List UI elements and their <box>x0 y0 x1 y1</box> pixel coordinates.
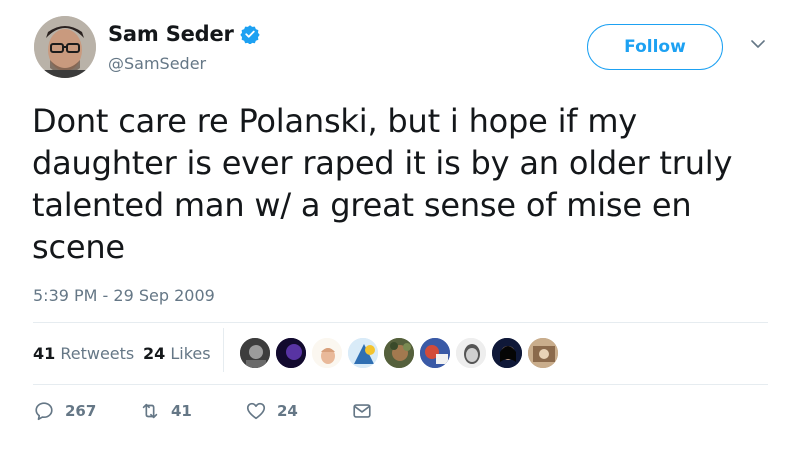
tweet-line: daughter is ever raped it is by an older… <box>32 144 733 182</box>
likes-stat[interactable]: 24 Likes <box>143 344 211 363</box>
liker-avatar[interactable] <box>275 337 307 369</box>
tweet-stats: 41 Retweets 24 Likes <box>33 322 768 384</box>
retweet-count: 41 <box>171 402 192 420</box>
tweet-line: Dont care re Polanski, but i hope if my <box>32 102 638 140</box>
direct-message-button[interactable] <box>351 400 373 422</box>
divider <box>33 384 768 385</box>
retweets-count: 41 <box>33 344 56 363</box>
liker-avatar[interactable] <box>455 337 487 369</box>
retweet-icon <box>142 403 158 419</box>
tweet-line: talented man w/ a great sense of mise en <box>32 186 692 224</box>
retweet-button[interactable]: 41 <box>139 400 192 422</box>
retweets-label: Retweets <box>60 344 135 363</box>
liker-avatar[interactable] <box>311 337 343 369</box>
like-button[interactable]: 24 <box>245 400 298 422</box>
tweet-timestamp[interactable]: 5:39 PM - 29 Sep 2009 <box>33 286 215 305</box>
tweet-actions: 267 41 24 <box>33 400 433 434</box>
likes-label: Likes <box>170 344 211 363</box>
tweet-header: Sam Seder @SamSeder Follow <box>34 14 774 84</box>
verified-badge-icon <box>240 25 260 44</box>
tweet-line: scene <box>32 228 125 266</box>
avatar[interactable] <box>34 16 96 78</box>
liker-avatar[interactable] <box>383 337 415 369</box>
liker-avatar[interactable] <box>491 337 523 369</box>
heart-icon <box>246 402 266 420</box>
stats-separator <box>223 328 224 372</box>
tweet-text: Dont care re Polanski, but i hope if my … <box>32 100 762 268</box>
follow-button[interactable]: Follow <box>587 24 723 70</box>
liker-avatar[interactable] <box>527 337 559 369</box>
user-handle[interactable]: @SamSeder <box>108 54 206 73</box>
message-icon <box>353 404 371 418</box>
retweets-stat[interactable]: 41 Retweets <box>33 344 134 363</box>
reply-icon <box>35 402 53 421</box>
reply-button[interactable]: 267 <box>33 400 96 422</box>
liker-avatar[interactable] <box>239 337 271 369</box>
display-name[interactable]: Sam Seder <box>108 22 234 46</box>
reply-count: 267 <box>65 402 97 420</box>
liker-avatar[interactable] <box>347 337 379 369</box>
chevron-down-icon[interactable] <box>750 36 766 52</box>
likes-count: 24 <box>143 344 166 363</box>
name-row: Sam Seder <box>108 22 260 46</box>
liker-avatar[interactable] <box>419 337 451 369</box>
like-count: 24 <box>277 402 298 420</box>
